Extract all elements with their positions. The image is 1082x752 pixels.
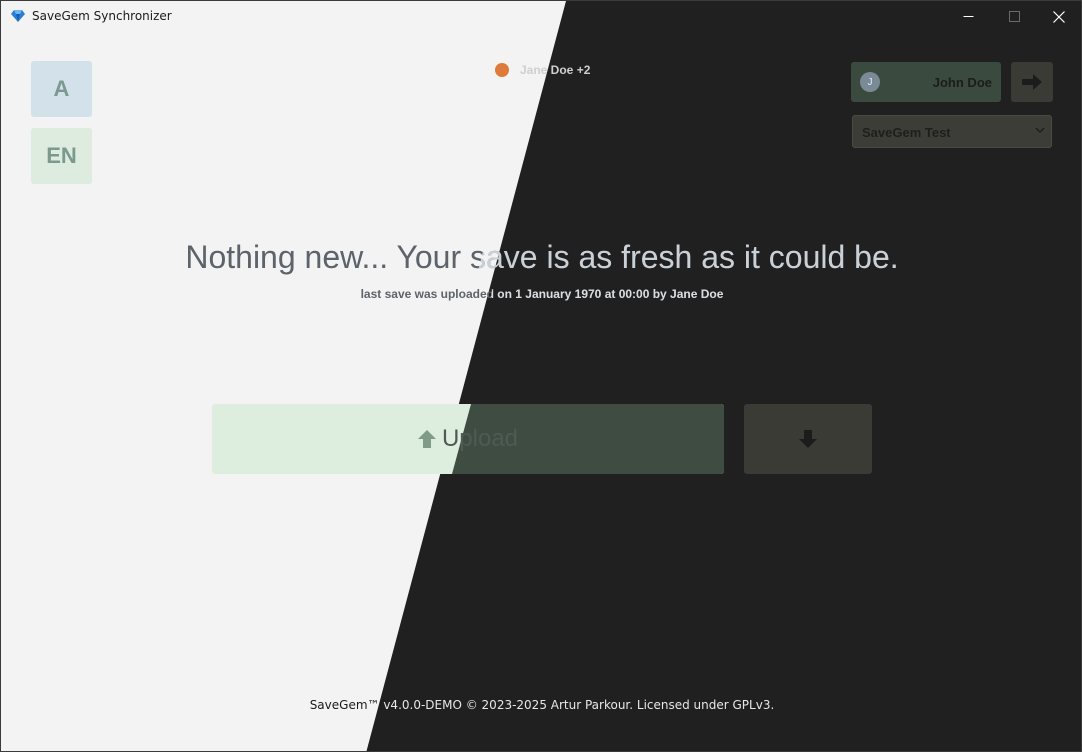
light-theme-preview xyxy=(1,1,566,751)
arrow-up-icon xyxy=(417,430,436,448)
logout-button[interactable] xyxy=(1011,62,1053,102)
online-status-dot xyxy=(495,63,509,77)
upload-button-content: Upload xyxy=(212,404,724,474)
language-button[interactable]: EN xyxy=(31,128,92,184)
title-bar[interactable]: SaveGem Synchronizer xyxy=(1,1,1081,32)
window-title: SaveGem Synchronizer xyxy=(32,9,172,23)
minimize-button[interactable] xyxy=(945,1,991,32)
chevron-down-icon xyxy=(1035,127,1045,134)
arrow-right-icon xyxy=(1022,74,1042,90)
close-button[interactable] xyxy=(1036,1,1081,32)
upload-button[interactable]: Upload xyxy=(212,404,724,474)
download-button[interactable] xyxy=(744,404,872,474)
minimize-icon xyxy=(963,16,973,17)
theme-toggle-button[interactable]: A xyxy=(31,61,92,117)
upload-label: Upload xyxy=(441,425,519,452)
game-select[interactable]: SaveGem Test xyxy=(852,115,1052,148)
avatar: J xyxy=(860,72,880,92)
online-users-label: Jane Doe +2 xyxy=(520,63,591,77)
gem-icon xyxy=(11,10,25,22)
username-label: John Doe xyxy=(932,75,992,90)
online-users-indicator[interactable]: Jane Doe +2 xyxy=(495,63,590,77)
arrow-down-icon xyxy=(799,430,817,448)
maximize-icon xyxy=(1008,11,1020,22)
selected-game-label: SaveGem Test xyxy=(862,125,951,140)
maximize-button[interactable] xyxy=(991,1,1037,32)
user-account-button[interactable]: J John Doe xyxy=(851,62,1001,102)
close-icon xyxy=(1053,10,1065,23)
app-window: SaveGem Synchronizer A EN Jane Doe +2 J … xyxy=(0,0,1082,752)
